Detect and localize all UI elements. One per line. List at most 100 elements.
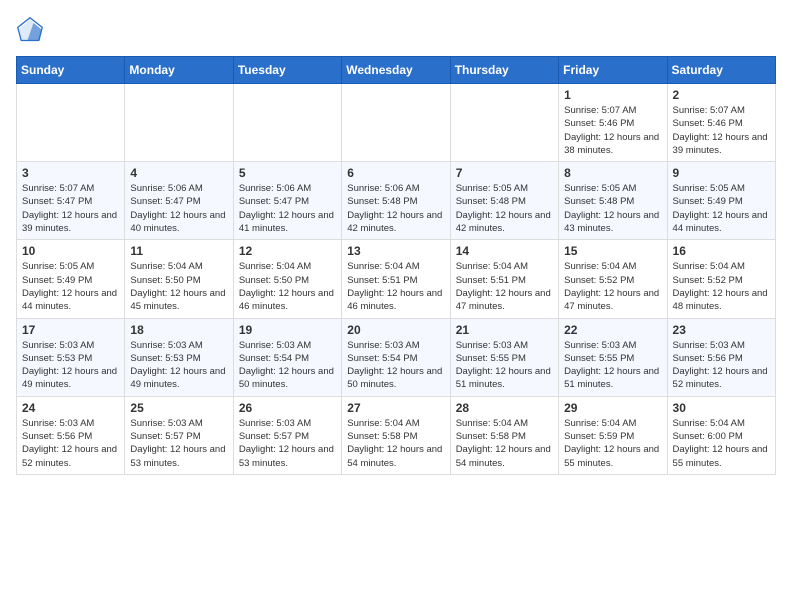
day-info: Sunrise: 5:07 AM Sunset: 5:46 PM Dayligh… <box>673 104 770 157</box>
calendar-cell: 16 Sunrise: 5:04 AM Sunset: 5:52 PM Dayl… <box>667 240 775 318</box>
day-number: 17 <box>22 323 119 337</box>
day-info: Sunrise: 5:06 AM Sunset: 5:47 PM Dayligh… <box>239 182 336 235</box>
day-number: 15 <box>564 244 661 258</box>
day-number: 19 <box>239 323 336 337</box>
day-number: 29 <box>564 401 661 415</box>
calendar-cell: 7 Sunrise: 5:05 AM Sunset: 5:48 PM Dayli… <box>450 162 558 240</box>
day-number: 26 <box>239 401 336 415</box>
day-number: 7 <box>456 166 553 180</box>
logo-icon <box>16 16 44 44</box>
calendar-cell: 1 Sunrise: 5:07 AM Sunset: 5:46 PM Dayli… <box>559 84 667 162</box>
day-number: 12 <box>239 244 336 258</box>
calendar-cell <box>17 84 125 162</box>
day-info: Sunrise: 5:04 AM Sunset: 5:58 PM Dayligh… <box>347 417 444 470</box>
day-info: Sunrise: 5:03 AM Sunset: 5:53 PM Dayligh… <box>130 339 227 392</box>
calendar-cell: 2 Sunrise: 5:07 AM Sunset: 5:46 PM Dayli… <box>667 84 775 162</box>
calendar-cell: 6 Sunrise: 5:06 AM Sunset: 5:48 PM Dayli… <box>342 162 450 240</box>
calendar-cell: 22 Sunrise: 5:03 AM Sunset: 5:55 PM Dayl… <box>559 318 667 396</box>
day-info: Sunrise: 5:05 AM Sunset: 5:48 PM Dayligh… <box>564 182 661 235</box>
calendar-cell: 18 Sunrise: 5:03 AM Sunset: 5:53 PM Dayl… <box>125 318 233 396</box>
day-info: Sunrise: 5:03 AM Sunset: 5:56 PM Dayligh… <box>673 339 770 392</box>
calendar-cell: 17 Sunrise: 5:03 AM Sunset: 5:53 PM Dayl… <box>17 318 125 396</box>
calendar-cell: 30 Sunrise: 5:04 AM Sunset: 6:00 PM Dayl… <box>667 396 775 474</box>
weekday-header-saturday: Saturday <box>667 57 775 84</box>
day-info: Sunrise: 5:07 AM Sunset: 5:47 PM Dayligh… <box>22 182 119 235</box>
day-number: 23 <box>673 323 770 337</box>
calendar-cell: 11 Sunrise: 5:04 AM Sunset: 5:50 PM Dayl… <box>125 240 233 318</box>
weekday-header-sunday: Sunday <box>17 57 125 84</box>
calendar-cell: 13 Sunrise: 5:04 AM Sunset: 5:51 PM Dayl… <box>342 240 450 318</box>
weekday-header-friday: Friday <box>559 57 667 84</box>
day-info: Sunrise: 5:04 AM Sunset: 5:52 PM Dayligh… <box>564 260 661 313</box>
calendar-cell: 15 Sunrise: 5:04 AM Sunset: 5:52 PM Dayl… <box>559 240 667 318</box>
calendar-cell <box>233 84 341 162</box>
calendar-cell: 27 Sunrise: 5:04 AM Sunset: 5:58 PM Dayl… <box>342 396 450 474</box>
day-number: 9 <box>673 166 770 180</box>
calendar-table: SundayMondayTuesdayWednesdayThursdayFrid… <box>16 56 776 475</box>
day-info: Sunrise: 5:03 AM Sunset: 5:53 PM Dayligh… <box>22 339 119 392</box>
calendar-cell: 5 Sunrise: 5:06 AM Sunset: 5:47 PM Dayli… <box>233 162 341 240</box>
day-info: Sunrise: 5:06 AM Sunset: 5:48 PM Dayligh… <box>347 182 444 235</box>
calendar-cell: 26 Sunrise: 5:03 AM Sunset: 5:57 PM Dayl… <box>233 396 341 474</box>
calendar-cell: 21 Sunrise: 5:03 AM Sunset: 5:55 PM Dayl… <box>450 318 558 396</box>
calendar-cell: 29 Sunrise: 5:04 AM Sunset: 5:59 PM Dayl… <box>559 396 667 474</box>
day-number: 1 <box>564 88 661 102</box>
calendar-cell <box>125 84 233 162</box>
day-info: Sunrise: 5:04 AM Sunset: 5:52 PM Dayligh… <box>673 260 770 313</box>
day-number: 4 <box>130 166 227 180</box>
page-header <box>16 16 776 44</box>
day-number: 25 <box>130 401 227 415</box>
day-number: 13 <box>347 244 444 258</box>
calendar-cell <box>450 84 558 162</box>
calendar-cell: 28 Sunrise: 5:04 AM Sunset: 5:58 PM Dayl… <box>450 396 558 474</box>
calendar-cell: 4 Sunrise: 5:06 AM Sunset: 5:47 PM Dayli… <box>125 162 233 240</box>
day-number: 22 <box>564 323 661 337</box>
day-number: 21 <box>456 323 553 337</box>
calendar-cell: 25 Sunrise: 5:03 AM Sunset: 5:57 PM Dayl… <box>125 396 233 474</box>
day-info: Sunrise: 5:03 AM Sunset: 5:56 PM Dayligh… <box>22 417 119 470</box>
logo <box>16 16 48 44</box>
calendar-cell: 19 Sunrise: 5:03 AM Sunset: 5:54 PM Dayl… <box>233 318 341 396</box>
calendar-week-1: 1 Sunrise: 5:07 AM Sunset: 5:46 PM Dayli… <box>17 84 776 162</box>
day-info: Sunrise: 5:05 AM Sunset: 5:49 PM Dayligh… <box>22 260 119 313</box>
day-info: Sunrise: 5:04 AM Sunset: 5:50 PM Dayligh… <box>239 260 336 313</box>
calendar-cell: 8 Sunrise: 5:05 AM Sunset: 5:48 PM Dayli… <box>559 162 667 240</box>
day-info: Sunrise: 5:03 AM Sunset: 5:54 PM Dayligh… <box>239 339 336 392</box>
day-number: 8 <box>564 166 661 180</box>
calendar-cell: 3 Sunrise: 5:07 AM Sunset: 5:47 PM Dayli… <box>17 162 125 240</box>
day-number: 6 <box>347 166 444 180</box>
day-number: 27 <box>347 401 444 415</box>
calendar-week-5: 24 Sunrise: 5:03 AM Sunset: 5:56 PM Dayl… <box>17 396 776 474</box>
calendar-week-4: 17 Sunrise: 5:03 AM Sunset: 5:53 PM Dayl… <box>17 318 776 396</box>
day-info: Sunrise: 5:04 AM Sunset: 5:51 PM Dayligh… <box>456 260 553 313</box>
day-number: 2 <box>673 88 770 102</box>
weekday-header-monday: Monday <box>125 57 233 84</box>
day-number: 11 <box>130 244 227 258</box>
weekday-header-thursday: Thursday <box>450 57 558 84</box>
calendar-cell: 24 Sunrise: 5:03 AM Sunset: 5:56 PM Dayl… <box>17 396 125 474</box>
calendar-week-2: 3 Sunrise: 5:07 AM Sunset: 5:47 PM Dayli… <box>17 162 776 240</box>
day-number: 20 <box>347 323 444 337</box>
calendar-cell: 23 Sunrise: 5:03 AM Sunset: 5:56 PM Dayl… <box>667 318 775 396</box>
day-info: Sunrise: 5:03 AM Sunset: 5:57 PM Dayligh… <box>239 417 336 470</box>
calendar-cell: 12 Sunrise: 5:04 AM Sunset: 5:50 PM Dayl… <box>233 240 341 318</box>
day-number: 16 <box>673 244 770 258</box>
day-number: 14 <box>456 244 553 258</box>
day-info: Sunrise: 5:04 AM Sunset: 5:59 PM Dayligh… <box>564 417 661 470</box>
day-info: Sunrise: 5:04 AM Sunset: 6:00 PM Dayligh… <box>673 417 770 470</box>
day-info: Sunrise: 5:04 AM Sunset: 5:51 PM Dayligh… <box>347 260 444 313</box>
day-info: Sunrise: 5:04 AM Sunset: 5:50 PM Dayligh… <box>130 260 227 313</box>
day-number: 5 <box>239 166 336 180</box>
day-number: 30 <box>673 401 770 415</box>
calendar-cell: 10 Sunrise: 5:05 AM Sunset: 5:49 PM Dayl… <box>17 240 125 318</box>
day-number: 28 <box>456 401 553 415</box>
day-info: Sunrise: 5:03 AM Sunset: 5:55 PM Dayligh… <box>564 339 661 392</box>
day-info: Sunrise: 5:03 AM Sunset: 5:55 PM Dayligh… <box>456 339 553 392</box>
day-info: Sunrise: 5:03 AM Sunset: 5:57 PM Dayligh… <box>130 417 227 470</box>
day-info: Sunrise: 5:04 AM Sunset: 5:58 PM Dayligh… <box>456 417 553 470</box>
day-number: 18 <box>130 323 227 337</box>
day-info: Sunrise: 5:05 AM Sunset: 5:49 PM Dayligh… <box>673 182 770 235</box>
calendar-cell: 20 Sunrise: 5:03 AM Sunset: 5:54 PM Dayl… <box>342 318 450 396</box>
calendar-week-3: 10 Sunrise: 5:05 AM Sunset: 5:49 PM Dayl… <box>17 240 776 318</box>
day-number: 10 <box>22 244 119 258</box>
